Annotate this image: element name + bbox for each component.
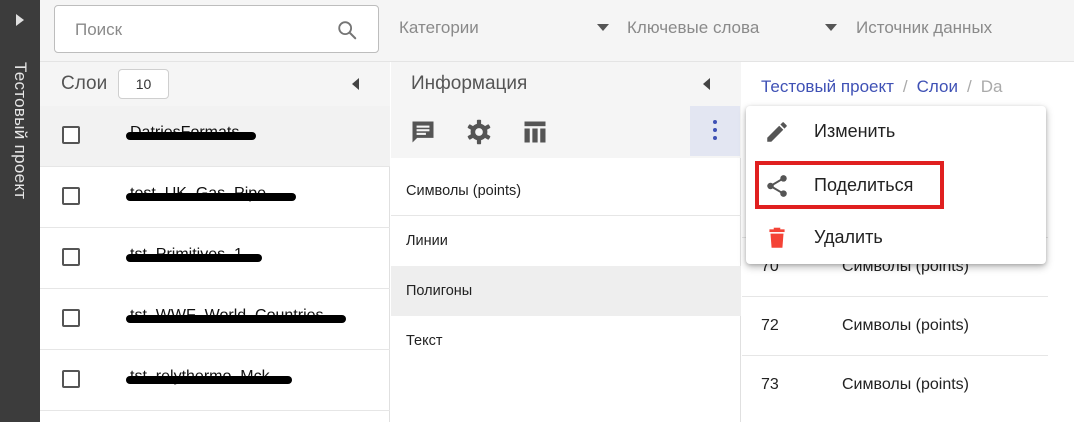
collapse-left-icon[interactable] bbox=[703, 78, 710, 90]
gear-icon[interactable] bbox=[465, 118, 493, 146]
info-item-label: Полигоны bbox=[406, 283, 473, 299]
project-rail: Тестовый проект bbox=[0, 0, 40, 422]
table-icon[interactable] bbox=[521, 118, 549, 146]
trash-icon bbox=[769, 227, 785, 248]
redaction-mark bbox=[126, 254, 262, 262]
row-number: 73 bbox=[761, 376, 779, 393]
redaction-mark bbox=[126, 193, 296, 201]
redaction-mark bbox=[126, 376, 292, 384]
share-icon bbox=[767, 175, 787, 197]
chevron-down-icon[interactable] bbox=[597, 24, 609, 31]
project-title[interactable]: Тестовый проект bbox=[0, 62, 40, 242]
menu-item-label: Удалить bbox=[814, 227, 883, 247]
table-row[interactable]: 73 Символы (points) bbox=[742, 355, 1048, 414]
keywords-filter[interactable]: Ключевые слова bbox=[627, 18, 759, 38]
chevron-down-icon[interactable] bbox=[825, 24, 837, 31]
row-number: 72 bbox=[761, 317, 779, 334]
info-item-text[interactable]: Текст bbox=[391, 316, 741, 366]
layer-row[interactable]: DatriesFormats bbox=[40, 106, 390, 167]
layers-header: Слои 10 bbox=[40, 62, 390, 106]
breadcrumb-separator: / bbox=[966, 77, 972, 96]
layer-row[interactable]: test_UK_Gas_Pipe bbox=[40, 167, 390, 228]
dot bbox=[713, 136, 717, 140]
categories-filter[interactable]: Категории bbox=[399, 18, 479, 38]
layers-title: Слои bbox=[61, 73, 108, 94]
menu-item-share[interactable]: Поделиться bbox=[746, 160, 1046, 212]
info-item-lines[interactable]: Линии bbox=[391, 216, 741, 266]
dot bbox=[713, 128, 717, 132]
info-item-label: Текст bbox=[406, 333, 443, 349]
redaction-mark bbox=[126, 132, 256, 140]
info-toolbar bbox=[391, 106, 741, 158]
menu-item-label: Изменить bbox=[814, 121, 896, 141]
table-row[interactable]: 72 Символы (points) bbox=[742, 296, 1048, 355]
info-panel: Информация Символы (points) Линии Полиго… bbox=[391, 62, 741, 422]
info-item-label: Линии bbox=[406, 233, 448, 249]
info-title: Информация bbox=[411, 73, 528, 94]
layers-panel: Слои 10 DatriesFormats test_UK_Gas_Pipe … bbox=[40, 62, 390, 422]
info-item-polygons[interactable]: Полигоны bbox=[391, 266, 741, 316]
menu-item-edit[interactable]: Изменить bbox=[746, 106, 1046, 158]
layer-checkbox[interactable] bbox=[62, 187, 80, 205]
layers-count-badge: 10 bbox=[118, 69, 169, 99]
row-value: Символы (points) bbox=[842, 376, 969, 393]
chevron-right-icon bbox=[16, 14, 24, 26]
info-item-symbols[interactable]: Символы (points) bbox=[391, 166, 741, 216]
search-icon[interactable] bbox=[336, 19, 358, 41]
info-header: Информация bbox=[391, 62, 741, 106]
breadcrumb-layers-link[interactable]: Слои bbox=[917, 77, 958, 96]
layer-row[interactable]: tst_relythermo_Mck bbox=[40, 350, 390, 411]
dot bbox=[713, 120, 717, 124]
app-root: Тестовый проект Поиск Категории Ключевые… bbox=[0, 0, 1074, 422]
breadcrumb-current: Da bbox=[980, 77, 1003, 96]
top-bar: Поиск Категории Ключевые слова Источник … bbox=[40, 0, 1074, 62]
layer-checkbox[interactable] bbox=[62, 126, 80, 144]
breadcrumb-project-link[interactable]: Тестовый проект bbox=[761, 77, 894, 96]
layer-row[interactable]: tst_Primitives_1 bbox=[40, 228, 390, 289]
redaction-mark bbox=[126, 315, 346, 323]
expand-rail-button[interactable] bbox=[10, 10, 30, 30]
menu-item-delete[interactable]: Удалить bbox=[746, 212, 1046, 264]
layer-checkbox[interactable] bbox=[62, 309, 80, 327]
search-placeholder: Поиск bbox=[75, 20, 123, 39]
data-source-filter[interactable]: Источник данных bbox=[856, 18, 992, 38]
pencil-icon bbox=[767, 122, 787, 142]
more-options-button[interactable] bbox=[690, 106, 740, 156]
breadcrumb: Тестовый проект / Слои / Da bbox=[761, 77, 1002, 97]
collapse-left-icon[interactable] bbox=[352, 78, 359, 90]
search-input[interactable]: Поиск bbox=[54, 5, 379, 53]
info-item-label: Символы (points) bbox=[406, 183, 522, 199]
comment-icon[interactable] bbox=[409, 118, 437, 146]
row-value: Символы (points) bbox=[842, 317, 969, 334]
breadcrumb-separator: / bbox=[902, 77, 908, 96]
project-title-label: Тестовый проект bbox=[11, 62, 30, 200]
menu-item-label: Поделиться bbox=[814, 175, 914, 195]
layer-checkbox[interactable] bbox=[62, 370, 80, 388]
layer-checkbox[interactable] bbox=[62, 248, 80, 266]
layer-row[interactable]: tst_WWF_World_Countries bbox=[40, 289, 390, 350]
context-menu: Изменить Поделиться Удалить bbox=[746, 106, 1046, 264]
